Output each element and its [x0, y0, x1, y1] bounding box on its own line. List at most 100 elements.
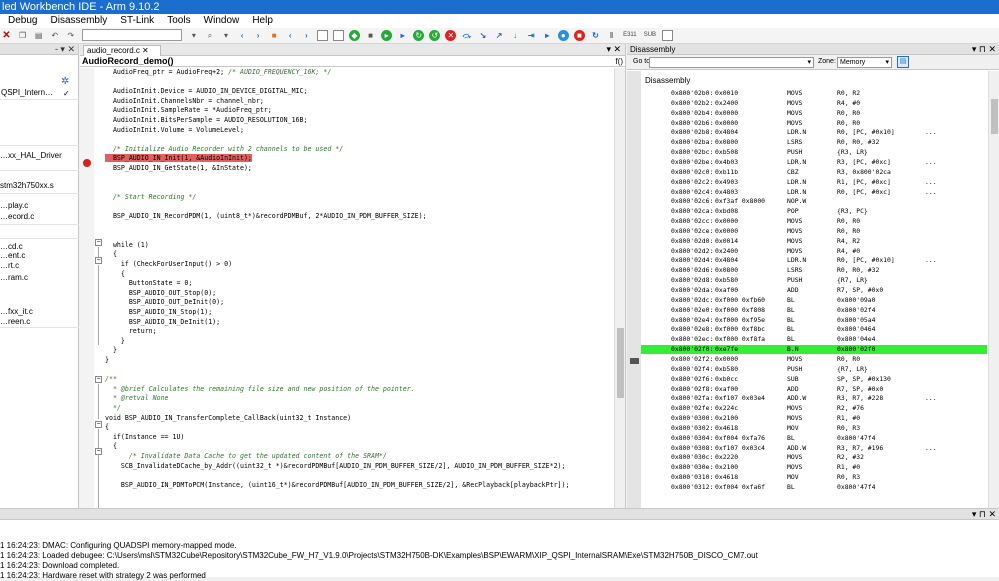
stop-debug-icon[interactable]: ✕	[445, 30, 457, 41]
workspace-panel-controls[interactable]: - ▾ ✕	[0, 44, 78, 55]
workspace-item[interactable]: …xx_HAL_Driver	[0, 151, 62, 161]
code-line[interactable]: AudioFreq_ptr = AudioFreq+2; /* AUDIO_FR…	[105, 68, 331, 77]
back-icon[interactable]: ‹	[237, 30, 248, 41]
disassembly-row[interactable]: 0x800'02f6: 0xb0cc SUB SP, SP, #0x130	[641, 375, 987, 384]
run-to-cursor-icon[interactable]: ⇥	[526, 30, 537, 41]
disassembly-row[interactable]: 0x800'02cc: 0x0000 MOVS R0, R0	[641, 217, 987, 226]
goto-input[interactable]: ▾	[649, 57, 814, 68]
reset-target-icon[interactable]: ↻	[590, 30, 601, 41]
disassembly-row[interactable]: 0x800'030c: 0x2220 MOVS R2, #32	[641, 453, 987, 462]
cut-icon[interactable]: ✕	[1, 30, 12, 41]
download-debug-icon[interactable]: ▸	[381, 30, 393, 41]
close-tab-icon[interactable]: ✕	[142, 46, 149, 56]
code-view[interactable]: AudioFreq_ptr = AudioFreq+2; /* AUDIO_FR…	[105, 68, 613, 508]
code-line[interactable]: BSP_AUDIO_OUT_DeInit(0);	[105, 298, 224, 307]
paste-icon[interactable]: ▤	[33, 30, 44, 41]
disassembly-row[interactable]: 0x800'02d2: 0x2400 MOVS R4, #0	[641, 247, 987, 256]
menu-item-disassembly[interactable]: Disassembly	[46, 14, 113, 28]
code-line[interactable]: * @retval None	[105, 394, 169, 403]
stop-icon[interactable]: ■	[573, 30, 585, 41]
disassembly-row[interactable]: 0x800'02fe: 0x224c MOVS R2, #76	[641, 404, 987, 413]
code-line[interactable]: {	[105, 270, 125, 279]
dropdown-arrow-icon[interactable]: ▾	[188, 30, 199, 41]
code-line[interactable]: BSP_AUDIO_OUT_Stop(0);	[105, 289, 216, 298]
disassembly-row[interactable]: 0x800'02d6: 0x0800 LSRS R0, R0, #32	[641, 266, 987, 275]
disassembly-row[interactable]: 0x800'02ec: 0xf000 0xf8fa BL 0x800'04e4	[641, 335, 987, 344]
code-line[interactable]: AudioInInit.BitsPerSample = AUDIO_RESOLU…	[105, 116, 308, 125]
disassembly-row[interactable]: 0x800'02b8: 0x4804 LDR.N R0, [PC, #0x10]...	[641, 128, 987, 137]
disassembly-row[interactable]: 0x800'02ba: 0x0800 LSRS R0, R0, #32	[641, 138, 987, 147]
disassembly-row[interactable]: 0x800'02ce: 0x0000 MOVS R0, R0	[641, 227, 987, 236]
disassembly-row[interactable]: 0x800'02d0: 0x0014 MOVS R4, R2	[641, 237, 987, 246]
menu-item-st-link[interactable]: ST-Link	[115, 14, 159, 28]
code-line[interactable]: }	[105, 356, 109, 365]
code-line[interactable]: {	[105, 423, 109, 432]
reset-icon[interactable]: ↺	[429, 30, 441, 41]
scrollbar-thumb[interactable]	[617, 328, 624, 398]
build-icon[interactable]: ◆	[349, 30, 360, 41]
code-line[interactable]: AudioInInit.ChannelsNbr = channel_nbr;	[105, 97, 264, 106]
code-line[interactable]: /* Initialize Audio Recorder with 2 chan…	[105, 145, 343, 154]
code-line[interactable]: }	[105, 346, 117, 355]
code-line[interactable]: * @brief Calculates the remaining file s…	[105, 385, 415, 394]
step-into-icon[interactable]: ↘	[478, 30, 489, 41]
editor-scrollbar[interactable]	[614, 68, 625, 508]
fold-toggle-icon[interactable]: −	[95, 421, 102, 428]
disassembly-row[interactable]: 0x800'02b4: 0x0000 MOVS R0, R0	[641, 109, 987, 118]
panel-controls-icon[interactable]: ▾ ⊓ ✕	[972, 44, 996, 55]
tab-audio-record-c[interactable]: audio_record.c ✕	[83, 45, 161, 56]
code-line[interactable]: /* Start Recording */	[105, 193, 196, 202]
toggle-mixed-mode-icon[interactable]: ▤	[897, 56, 909, 68]
run-icon[interactable]: ▸	[542, 30, 553, 41]
menu-item-window[interactable]: Window	[199, 14, 245, 28]
workspace-item[interactable]: …fxx_it.c	[0, 307, 33, 317]
next-bookmark-icon[interactable]: ›	[301, 30, 312, 41]
code-line[interactable]: BSP_AUDIO_IN_Stop(1);	[105, 308, 212, 317]
next-statement-icon[interactable]: ↓	[510, 30, 521, 41]
forward-icon[interactable]: ›	[253, 30, 264, 41]
stop-build-icon[interactable]: ■	[365, 30, 376, 41]
disassembly-row[interactable]: 0x800'02e0: 0xf000 0xf808 BL 0x800'02f4	[641, 306, 987, 315]
code-line[interactable]: /**	[105, 375, 117, 384]
scrollbar-thumb[interactable]	[991, 99, 998, 134]
disassembly-row[interactable]: 0x800'02f4: 0xb580 PUSH {R7, LR}	[641, 365, 987, 374]
undo-icon[interactable]: ↶	[49, 30, 60, 41]
code-line[interactable]: while (1)	[105, 241, 149, 250]
workspace-item[interactable]: …ent.c	[0, 251, 25, 261]
disassembly-row[interactable]: 0x800'02be: 0x4b03 LDR.N R3, [PC, #0xc]...	[641, 158, 987, 167]
disassembly-row[interactable]: 0x800'02e4: 0xf000 0xf95e BL 0x800'05a4	[641, 316, 987, 325]
compile-icon[interactable]	[316, 30, 328, 41]
chevron-down-icon[interactable]: ▾	[885, 58, 889, 67]
layout-icon[interactable]	[662, 30, 674, 41]
disassembly-row[interactable]: 0x800'02c2: 0x4903 LDR.N R1, [PC, #0xc]...	[641, 178, 987, 187]
code-line[interactable]: BSP_AUDIO_IN_GetState(1, &InState);	[105, 164, 252, 173]
disassembly-row[interactable]: 0x800'0308: 0xf107 0x03c4 ADD.W R3, R7, #19…	[641, 444, 987, 453]
break-icon[interactable]: ●	[557, 30, 569, 41]
code-line[interactable]: BSP_AUDIO_IN_DeInit(1);	[105, 318, 220, 327]
redo-icon[interactable]: ↷	[65, 30, 76, 41]
code-line[interactable]: AudioInInit.Device = AUDIO_IN_DEVICE_DIG…	[105, 87, 308, 96]
disassembly-row[interactable]: 0x800'02dc: 0xf000 0xfb60 BL 0x800'09a0	[641, 296, 987, 305]
zone-select[interactable]: Memory ▾	[837, 57, 892, 68]
code-line[interactable]: void BSP_AUDIO_IN_TransferComplete_CallB…	[105, 414, 351, 423]
breakpoint-gutter[interactable]	[80, 68, 94, 508]
code-line[interactable]: BSP_AUDIO_IN_Init(1, &AudioInInit);	[105, 154, 252, 163]
disassembly-row[interactable]: 0x800'02e8: 0xf000 0xf8bc BL 0x800'0464	[641, 325, 987, 334]
workspace-item[interactable]: …play.c	[0, 201, 28, 211]
function-navigator[interactable]: AudioRecord_demo() f()	[80, 56, 625, 67]
menu-item-help[interactable]: Help	[247, 14, 278, 28]
disassembly-row[interactable]: 0x800'02c6: 0xf3af 0x8000 NOP.W	[641, 197, 987, 206]
go-icon[interactable]: ↻	[413, 30, 425, 41]
disassembly-row[interactable]: 0x800'0304: 0xf004 0xfa76 BL 0x800'47f4	[641, 434, 987, 443]
disassembly-row[interactable]: 0x800'0300: 0x2100 MOVS R1, #0	[641, 414, 987, 423]
close-icon[interactable]: ▾ ✕	[606, 44, 621, 55]
search-icon[interactable]: ⌕	[204, 30, 215, 41]
menu-item-tools[interactable]: Tools	[162, 14, 195, 28]
panel-controls-icon[interactable]: ▾ ⊓ ✕	[972, 509, 996, 520]
disassembly-row[interactable]: 0x800'02bc: 0xb508 PUSH {R3, LR}	[641, 148, 987, 157]
workspace-item[interactable]: …reen.c	[0, 317, 30, 327]
disassembly-row[interactable]: 0x800'0312: 0xf004 0xfa6f BL 0x800'47f4	[641, 483, 987, 492]
code-line[interactable]: {	[105, 250, 117, 259]
gear-icon[interactable]: ✲	[61, 76, 69, 87]
pause-icon[interactable]: ‖	[606, 30, 617, 41]
